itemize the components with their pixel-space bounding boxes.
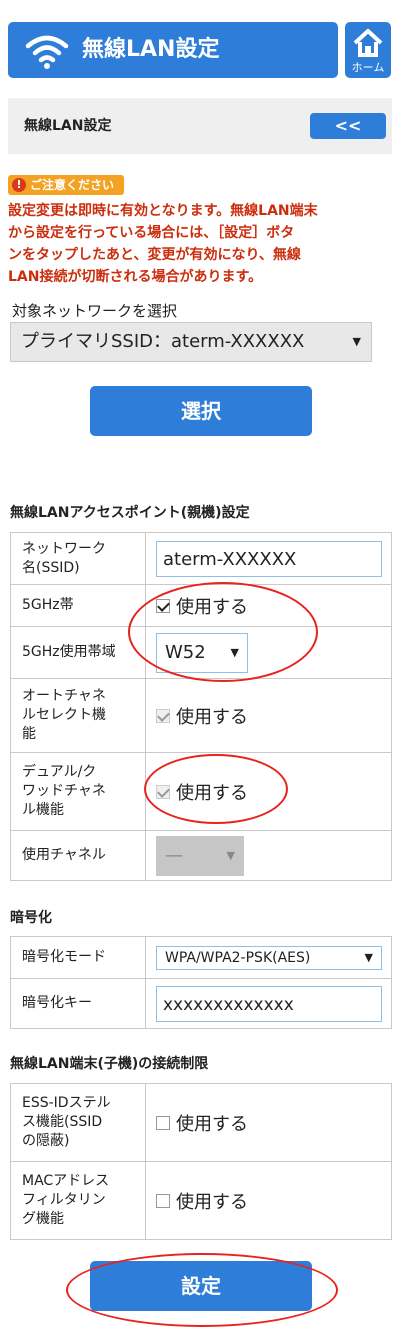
ap-section-title: 無線LANアクセスポイント(親機)設定 bbox=[10, 505, 250, 521]
channel-select[interactable]: — ▼ bbox=[156, 835, 244, 876]
encryption-key-input[interactable]: xxxxxxxxxxxxx bbox=[156, 985, 382, 1022]
encryption-mode-label: 暗号化モード bbox=[10, 936, 146, 979]
band5g-area-label: 5GHz使用帯域 bbox=[10, 626, 146, 679]
table-row: ESS-IDステル ス機能(SSID の隠蔽) 使用する bbox=[10, 1083, 392, 1162]
dropdown-arrow-icon: ▼ bbox=[364, 950, 373, 964]
network-select-label: 対象ネットワークを選択 bbox=[12, 302, 178, 320]
wifi-icon bbox=[25, 35, 69, 69]
dropdown-arrow-icon: ▼ bbox=[226, 848, 235, 862]
stealth-label: ESS-IDステル ス機能(SSID の隠蔽) bbox=[10, 1083, 146, 1162]
table-row: オートチャネ ルセレクト機 能 使用する bbox=[10, 678, 392, 753]
highlight-oval bbox=[66, 1253, 338, 1327]
home-icon bbox=[353, 29, 383, 57]
subheader-title: 無線LAN設定 bbox=[24, 118, 112, 134]
mac-filter-checkbox[interactable] bbox=[156, 1193, 170, 1208]
select-button[interactable]: 選択 bbox=[90, 386, 312, 436]
highlight-oval bbox=[144, 754, 288, 824]
highlight-oval bbox=[128, 582, 318, 682]
table-row: 暗号化モード WPA/WPA2-PSK(AES) ▼ bbox=[10, 936, 392, 979]
encryption-section-title: 暗号化 bbox=[10, 910, 52, 926]
page-title: 無線LAN設定 bbox=[82, 37, 220, 62]
table-row: 使用チャネル — ▼ bbox=[10, 830, 392, 881]
stealth-checkbox-label: 使用する bbox=[176, 1113, 248, 1135]
restriction-section-title: 無線LAN端末(子機)の接続制限 bbox=[10, 1056, 209, 1072]
home-button[interactable]: ホーム bbox=[345, 22, 391, 78]
notice-badge: ! ご注意ください bbox=[8, 175, 125, 195]
dual-quad-label: デュアル/ク ワッドチャネ ル機能 bbox=[10, 752, 146, 831]
mac-filter-label: MACアドレス フィルタリン グ機能 bbox=[10, 1161, 146, 1240]
channel-label: 使用チャネル bbox=[10, 830, 146, 881]
encryption-key-label: 暗号化キー bbox=[10, 978, 146, 1029]
stealth-checkbox[interactable] bbox=[156, 1115, 170, 1130]
exclamation-icon: ! bbox=[12, 178, 26, 192]
encryption-mode-value: WPA/WPA2-PSK(AES) bbox=[165, 949, 311, 966]
table-row: ネットワーク 名(SSID) aterm-XXXXXX bbox=[10, 532, 392, 585]
home-label: ホーム bbox=[351, 61, 385, 74]
ssid-label: ネットワーク 名(SSID) bbox=[10, 532, 146, 585]
notice-badge-label: ご注意ください bbox=[30, 178, 115, 192]
ssid-input[interactable]: aterm-XXXXXX bbox=[156, 540, 382, 577]
encryption-table: 暗号化モード WPA/WPA2-PSK(AES) ▼ 暗号化キー xxxxxxx… bbox=[10, 936, 392, 1029]
band5g-label: 5GHz帯 bbox=[10, 584, 146, 627]
dropdown-arrow-icon: ▼ bbox=[352, 335, 361, 348]
notice-text: 設定変更は即時に有効となります。無線LAN端末 から設定を行っている場合には、［… bbox=[8, 203, 318, 285]
restriction-table: ESS-IDステル ス機能(SSID の隠蔽) 使用する MACアドレス フィル… bbox=[10, 1083, 392, 1240]
table-row: MACアドレス フィルタリン グ機能 使用する bbox=[10, 1161, 392, 1240]
table-row: 暗号化キー xxxxxxxxxxxxx bbox=[10, 978, 392, 1029]
network-select-value: プライマリSSID：aterm-XXXXXX bbox=[21, 331, 305, 352]
auto-channel-label: オートチャネ ルセレクト機 能 bbox=[10, 678, 146, 753]
mac-filter-checkbox-label: 使用する bbox=[176, 1191, 248, 1213]
channel-value: — bbox=[165, 844, 183, 866]
auto-channel-checkbox[interactable] bbox=[156, 708, 170, 723]
network-select[interactable]: プライマリSSID：aterm-XXXXXX ▼ bbox=[10, 322, 372, 362]
encryption-mode-select[interactable]: WPA/WPA2-PSK(AES) ▼ bbox=[156, 945, 382, 970]
back-button[interactable]: << bbox=[310, 113, 386, 139]
auto-channel-checkbox-label: 使用する bbox=[176, 706, 248, 728]
